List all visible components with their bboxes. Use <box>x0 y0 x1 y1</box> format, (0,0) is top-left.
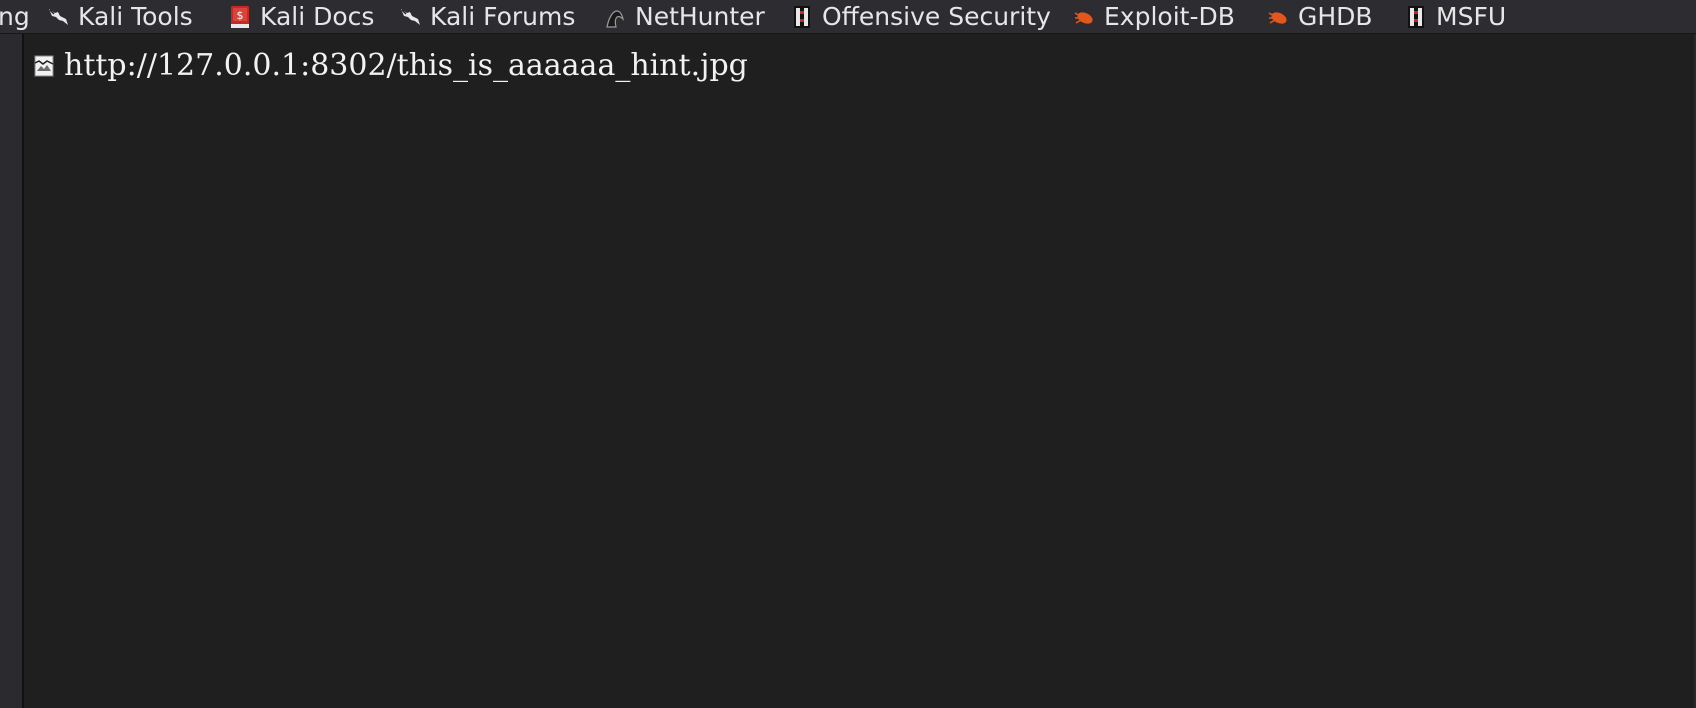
bookmark-nethunter[interactable]: NetHunter <box>603 0 765 33</box>
bookmark-label: NetHunter <box>635 1 765 31</box>
kali-docs-icon: $ <box>228 5 252 29</box>
bookmark-ghdb[interactable]: GHDB <box>1266 0 1373 33</box>
bookmark-msfu[interactable]: MSFU <box>1404 0 1507 33</box>
bookmark-label: Kali Forums <box>430 1 576 31</box>
bookmark-truncated[interactable]: ng <box>0 0 30 33</box>
bookmark-label: Kali Tools <box>78 1 193 31</box>
bookmark-label: MSFU <box>1436 1 1507 31</box>
broken-image-icon <box>34 55 54 77</box>
bookmark-label: Offensive Security <box>822 1 1051 31</box>
bookmark-label: GHDB <box>1298 1 1373 31</box>
svg-text:$: $ <box>237 9 244 22</box>
exploit-db-icon <box>1072 5 1096 29</box>
sidebar-edge <box>0 34 24 708</box>
exploit-db-icon <box>1266 5 1290 29</box>
bookmark-label: Exploit-DB <box>1104 1 1235 31</box>
offsec-icon <box>1404 5 1428 29</box>
bookmarks-toolbar: ng Kali Tools $ Kali Docs Kali Forums Ne… <box>0 0 1696 34</box>
bookmark-kali-forums[interactable]: Kali Forums <box>398 0 576 33</box>
bookmark-offensive-security[interactable]: Offensive Security <box>790 0 1051 33</box>
bookmark-label: ng <box>0 1 30 31</box>
bookmark-kali-docs[interactable]: $ Kali Docs <box>228 0 375 33</box>
offsec-icon <box>790 5 814 29</box>
kali-dragon-icon <box>398 5 422 29</box>
kali-dragon-icon <box>46 5 70 29</box>
bookmark-label: Kali Docs <box>260 1 375 31</box>
nethunter-icon <box>603 5 627 29</box>
bookmark-kali-tools[interactable]: Kali Tools <box>46 0 193 33</box>
broken-image-alt-text: http://127.0.0.1:8302/this_is_aaaaaa_hin… <box>64 48 748 83</box>
broken-image[interactable]: http://127.0.0.1:8302/this_is_aaaaaa_hin… <box>34 48 748 83</box>
page-content: http://127.0.0.1:8302/this_is_aaaaaa_hin… <box>24 34 1694 708</box>
bookmark-exploit-db[interactable]: Exploit-DB <box>1072 0 1235 33</box>
